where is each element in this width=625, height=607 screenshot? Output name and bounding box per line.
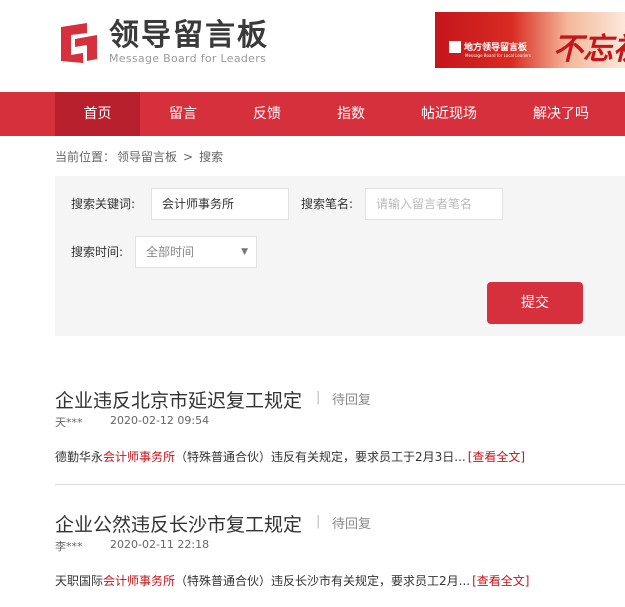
result-time: 2020-02-11 22:18	[110, 538, 210, 551]
summary-highlight: 会计师事务所	[103, 574, 176, 588]
breadcrumb-prefix: 当前位置：	[55, 150, 116, 164]
chevron-down-icon: ▼	[241, 247, 248, 257]
read-more-link[interactable]: [查看全文]	[472, 574, 529, 588]
main-nav: 首页 留言 反馈 指数 帖近现场 解决了吗	[0, 92, 625, 136]
logo-title: 领导留言板	[109, 18, 269, 53]
breadcrumb-separator: >	[183, 150, 194, 164]
result-time: 2020-02-12 09:54	[110, 414, 210, 427]
result-summary: 天职国际会计师事务所（特殊普通合伙）违反长沙市有关规定，要求员工2月... [查看…	[55, 572, 530, 589]
logo-subtitle: Message Board for Leaders	[109, 52, 267, 65]
keyword-label: 搜索关键词:	[71, 197, 136, 211]
nav-item-on-site[interactable]: 帖近现场	[408, 92, 490, 136]
summary-text-after: （特殊普通合伙）违反长沙市有关规定，要求员工2月...	[175, 574, 471, 588]
site-logo[interactable]: 领导留言板 Message Board for Leaders	[57, 20, 269, 66]
breadcrumb: 当前位置： 领导留言板 > 搜索	[55, 148, 229, 165]
result-author: 李***	[55, 540, 83, 553]
result-author: 天***	[55, 416, 83, 429]
pen-name-input[interactable]: 请输入留言者笔名	[365, 188, 503, 220]
summary-text-before: 天职国际	[55, 574, 104, 588]
banner-logo-text: 地方领导留言板	[464, 43, 528, 53]
pen-name-label: 搜索笔名:	[301, 197, 354, 211]
result-item: 企业违反北京市延迟复工规定 | 待回复 天*** 2020-02-12 09:5…	[55, 386, 625, 476]
time-select[interactable]: 全部时间 ▼	[135, 236, 257, 268]
nav-item-feedback[interactable]: 反馈	[232, 92, 302, 136]
keyword-input[interactable]: 会计师事务所	[151, 188, 289, 220]
status-badge: 待回复	[332, 517, 372, 532]
submit-button[interactable]: 提交	[487, 282, 583, 324]
banner-logo-icon	[449, 40, 461, 53]
result-item: 企业公然违反长沙市复工规定 | 待回复 李*** 2020-02-11 22:1…	[55, 510, 625, 600]
time-label: 搜索时间:	[71, 245, 124, 259]
nav-item-index[interactable]: 指数	[316, 92, 386, 136]
site-header: 领导留言板 Message Board for Leaders 地方领导留言板 …	[0, 0, 625, 92]
banner-subtitle: Message Board for Local Leaders	[465, 53, 532, 58]
result-summary: 德勤华永会计师事务所（特殊普通合伙）违反有关规定，要求员工于2月3日... [查看…	[55, 448, 525, 465]
search-panel: 搜索关键词: 会计师事务所 搜索笔名: 请输入留言者笔名 搜索时间: 全部时间 …	[55, 176, 625, 336]
logo-text: 领导留言板 Message Board for Leaders	[109, 20, 269, 66]
title-divider: |	[316, 514, 321, 529]
result-title[interactable]: 企业违反北京市延迟复工规定	[55, 386, 302, 413]
breadcrumb-item-board[interactable]: 领导留言板	[117, 150, 177, 164]
status-badge: 待回复	[332, 393, 372, 408]
time-select-value: 全部时间	[146, 245, 195, 259]
nav-item-message[interactable]: 留言	[148, 92, 218, 136]
result-divider	[55, 484, 625, 485]
breadcrumb-item-search: 搜索	[199, 150, 224, 164]
logo-icon	[57, 21, 101, 65]
summary-text-after: （特殊普通合伙）违反有关规定，要求员工于2月3日...	[175, 450, 466, 464]
summary-highlight: 会计师事务所	[103, 450, 176, 464]
banner-logo: 地方领导留言板	[449, 40, 527, 53]
nav-item-home[interactable]: 首页	[55, 92, 140, 136]
banner-calligraphy: 不忘初	[553, 32, 625, 67]
result-title[interactable]: 企业公然违反长沙市复工规定	[55, 510, 302, 537]
summary-text-before: 德勤华永	[55, 450, 104, 464]
nav-item-resolved[interactable]: 解决了吗	[518, 92, 604, 136]
local-leaders-banner[interactable]: 地方领导留言板 Message Board for Local Leaders …	[435, 12, 625, 68]
title-divider: |	[316, 390, 321, 405]
read-more-link[interactable]: [查看全文]	[468, 450, 525, 464]
